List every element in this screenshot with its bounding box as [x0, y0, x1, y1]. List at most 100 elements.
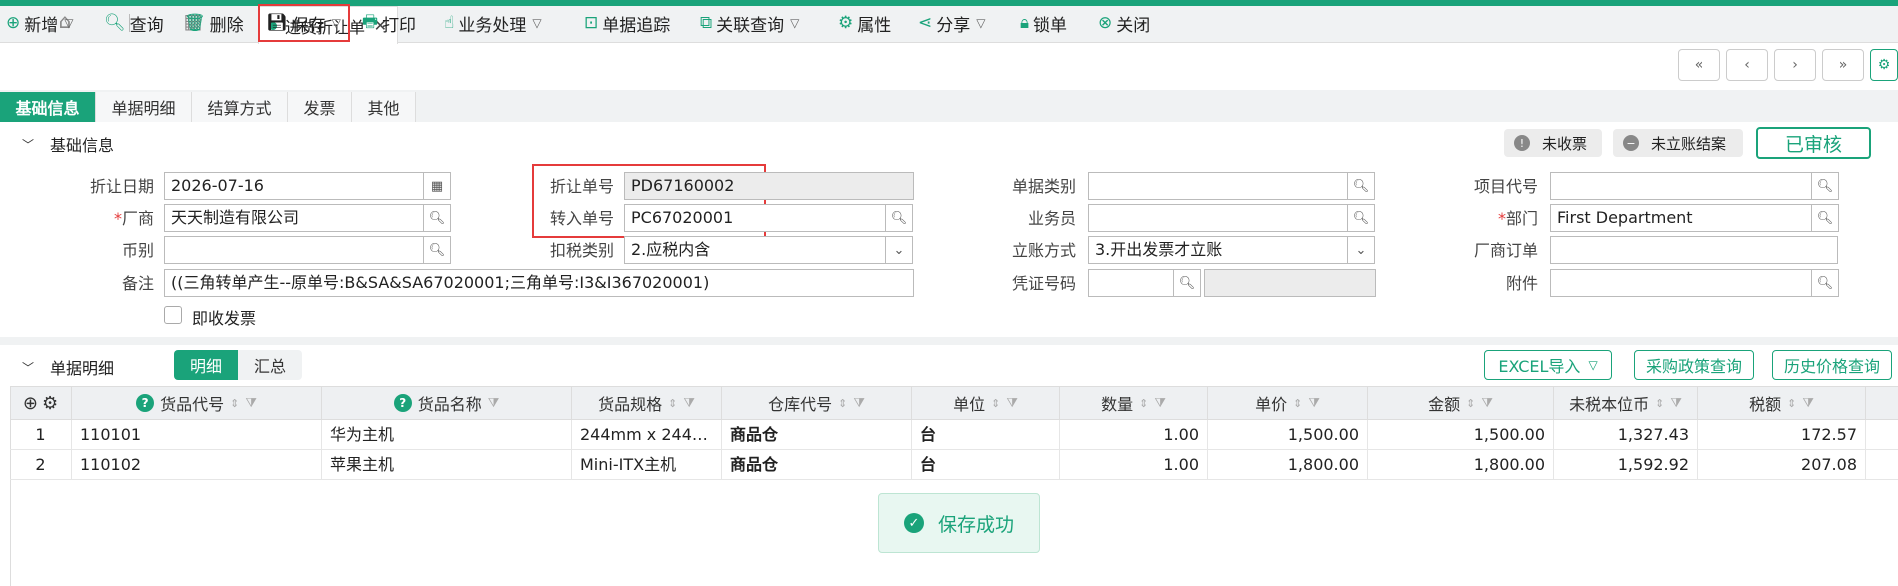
chevron-down-icon: ﹀ — [22, 360, 35, 375]
attach-field[interactable] — [1550, 269, 1812, 297]
dept-field[interactable]: First Department — [1550, 204, 1812, 232]
vendor-order-field[interactable] — [1550, 236, 1838, 264]
table-row[interactable]: 2 110102 苹果主机 Mini-ITX主机 商品仓 台 1.00 1,80… — [10, 450, 1898, 480]
print-button[interactable]: 🖶 打印 — [362, 8, 416, 38]
purchase-policy-button[interactable]: 采购政策查询 — [1634, 350, 1754, 380]
account-mode-select[interactable]: 3.开出发票才立账 — [1088, 236, 1348, 264]
remark-field[interactable]: ((三角转单产生--原单号:B&SA&SA67020001;三角单号:I3&I3… — [164, 269, 914, 297]
print-label: 打印 — [382, 15, 417, 36]
cell-spec[interactable]: 244mm x 244mm… — [572, 420, 722, 450]
search-icon[interactable]: 🔍︎ — [423, 236, 451, 264]
account-mode-label: 立账方式 — [1011, 241, 1076, 260]
chevron-down-icon: ▽ — [331, 16, 341, 30]
chevron-down-icon[interactable]: ⌄ — [1347, 236, 1375, 264]
cell-qty[interactable]: 1.00 — [1060, 420, 1208, 450]
save-button[interactable]: 💾︎ 保存 ▽ — [258, 4, 350, 42]
search-icon[interactable]: 🔍︎ — [1811, 269, 1839, 297]
cell-price[interactable]: 1,500.00 — [1208, 420, 1368, 450]
instant-invoice-checkbox[interactable] — [164, 306, 182, 324]
search-icon[interactable]: 🔍︎ — [885, 204, 913, 232]
new-button[interactable]: ⊕ 新增 ▽ — [6, 8, 73, 38]
transfer-no-field[interactable]: PC67020001 — [624, 204, 886, 232]
excel-import-button[interactable]: EXCEL导入 ▽ — [1484, 350, 1612, 380]
last-page-button[interactable]: » — [1822, 49, 1864, 81]
search-icon[interactable]: 🔍︎ — [1347, 204, 1375, 232]
invoice-status-text: 未收票 — [1542, 134, 1588, 153]
section-detail-header[interactable]: ﹀ 单据明细 — [22, 355, 114, 379]
cell-spec[interactable]: Mini-ITX主机 — [572, 450, 722, 480]
cell-name[interactable]: 苹果主机 — [322, 450, 572, 480]
price-history-button[interactable]: 历史价格查询 — [1772, 350, 1892, 380]
chevron-down-icon: ▽ — [790, 16, 800, 30]
first-page-button[interactable]: « — [1678, 49, 1720, 81]
cell-no: 1 — [10, 420, 72, 450]
chevron-down-icon[interactable]: ⌄ — [885, 236, 913, 264]
remark-label: 备注 — [121, 274, 154, 293]
cell-unit[interactable]: 台 — [912, 450, 1060, 480]
business-button[interactable]: ☝︎ 业务处理 ▽ — [444, 8, 542, 38]
prev-page-button[interactable]: ‹ — [1726, 49, 1768, 81]
settle-status-text: 未立账结案 — [1651, 134, 1727, 153]
trace-label: 单据追踪 — [602, 15, 671, 36]
doc-cat-field[interactable] — [1088, 172, 1348, 200]
cell-unit[interactable]: 台 — [912, 420, 1060, 450]
related-button[interactable]: ⧉ 关联查询 ▽ — [700, 8, 799, 38]
save-label: 保存 — [291, 15, 326, 36]
lock-button[interactable]: 🔒︎ 锁单 — [1020, 8, 1067, 38]
settings-icon[interactable]: ⚙ — [1870, 49, 1898, 81]
trace-button[interactable]: ⊡ 单据追踪 — [584, 8, 670, 38]
close-button[interactable]: ⊗ 关闭 — [1098, 8, 1150, 38]
cell-warehouse[interactable]: 商品仓 — [722, 450, 912, 480]
voucher-field[interactable] — [1088, 269, 1174, 297]
cell-tax[interactable]: 207.08 — [1698, 450, 1866, 480]
search-icon[interactable]: 🔍︎ — [1173, 269, 1201, 297]
attach-label: 附件 — [1505, 274, 1538, 293]
tax-type-select[interactable]: 2.应税内含 — [624, 236, 886, 264]
toolbar — [0, 44, 1898, 88]
cell-qty[interactable]: 1.00 — [1060, 450, 1208, 480]
subtab-basic[interactable]: 基础信息 — [0, 92, 96, 122]
calendar-icon[interactable]: ▦ — [423, 172, 451, 200]
vendor-field[interactable]: 天天制造有限公司 — [164, 204, 424, 232]
search-icon[interactable]: 🔍︎ — [1811, 204, 1839, 232]
cell-warehouse[interactable]: 商品仓 — [722, 420, 912, 450]
dept-label: *部门 — [1497, 209, 1538, 228]
toggle-detail[interactable]: 明细 — [174, 350, 238, 380]
doc-no-field: PD67160002 — [624, 172, 914, 200]
table-row[interactable]: 1 110101 华为主机 244mm x 244mm… 商品仓 台 1.00 … — [10, 420, 1898, 450]
search-icon[interactable]: 🔍︎ — [1347, 172, 1375, 200]
date-field[interactable]: 2026-07-16 — [164, 172, 424, 200]
cell-code[interactable]: 110102 — [72, 450, 322, 480]
subtab-settlement[interactable]: 结算方式 — [192, 92, 288, 122]
cell-net[interactable]: 1,327.43 — [1554, 420, 1698, 450]
cell-tax[interactable]: 172.57 — [1698, 420, 1866, 450]
cell-net[interactable]: 1,592.92 — [1554, 450, 1698, 480]
cell-price[interactable]: 1,800.00 — [1208, 450, 1368, 480]
transfer-no-label: 转入单号 — [549, 209, 614, 228]
cell-amount[interactable]: 1,500.00 — [1368, 420, 1554, 450]
project-field[interactable] — [1550, 172, 1812, 200]
clerk-field[interactable] — [1088, 204, 1348, 232]
subtab-detail[interactable]: 单据明细 — [96, 92, 192, 122]
vendor-label: *厂商 — [113, 209, 154, 228]
subtab-other[interactable]: 其他 — [352, 92, 416, 122]
delete-label: 删除 — [209, 15, 244, 36]
new-label: 新增 — [24, 15, 59, 36]
next-page-button[interactable]: › — [1774, 49, 1816, 81]
search-icon[interactable]: 🔍︎ — [1811, 172, 1839, 200]
cell-amount[interactable]: 1,800.00 — [1368, 450, 1554, 480]
props-button[interactable]: ⚙︎ 属性 — [838, 8, 891, 38]
business-label: 业务处理 — [458, 15, 527, 36]
currency-field[interactable] — [164, 236, 424, 264]
cell-code[interactable]: 110101 — [72, 420, 322, 450]
settle-status-badge: − 未立账结案 — [1613, 129, 1743, 157]
query-button[interactable]: 🔍︎ 查询 — [104, 8, 164, 38]
search-icon[interactable]: 🔍︎ — [423, 204, 451, 232]
related-label: 关联查询 — [716, 15, 785, 36]
toggle-summary[interactable]: 汇总 — [238, 350, 302, 380]
share-button[interactable]: ⋖ 分享 ▽ — [918, 8, 985, 38]
cell-name[interactable]: 华为主机 — [322, 420, 572, 450]
subtab-invoice[interactable]: 发票 — [288, 92, 352, 122]
delete-button[interactable]: 🗑︎ 删除 — [184, 8, 244, 38]
section-basic-header[interactable]: ﹀ 基础信息 — [22, 132, 114, 156]
